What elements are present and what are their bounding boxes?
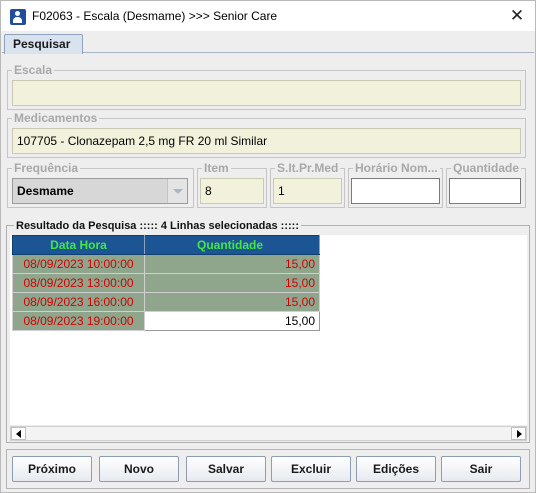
cell-data-hora[interactable]: 08/09/2023 13:00:00: [12, 273, 145, 293]
results-panel: Resultado da Pesquisa ::::: 4 Linhas sel…: [6, 219, 530, 443]
horario-label: Horário Nom...: [353, 160, 440, 176]
close-button[interactable]: ✕: [503, 3, 531, 29]
salvar-button[interactable]: Salvar: [186, 456, 266, 482]
table-row[interactable]: 08/09/2023 19:00:00 15,00: [12, 311, 320, 331]
novo-button[interactable]: Novo: [99, 456, 179, 482]
cell-data-hora[interactable]: 08/09/2023 19:00:00: [12, 311, 145, 331]
cell-data-hora[interactable]: 08/09/2023 16:00:00: [12, 292, 145, 312]
tab-strip: Pesquisar: [2, 31, 534, 54]
cell-quantidade[interactable]: 15,00: [144, 292, 320, 312]
escala-group: Escala: [7, 62, 526, 110]
escala-label: Escala: [12, 62, 55, 78]
quantidade-label: Quantidade: [451, 160, 522, 176]
item-label: Item: [202, 160, 231, 176]
frequencia-select[interactable]: Desmame: [12, 178, 188, 204]
arrow-right-icon[interactable]: [511, 427, 526, 440]
column-header-data-hora[interactable]: Data Hora: [12, 235, 145, 255]
excluir-button[interactable]: Excluir: [271, 456, 351, 482]
results-label: Resultado da Pesquisa ::::: 4 Linhas sel…: [14, 219, 301, 233]
person-card-icon: [10, 9, 26, 25]
app-window: F02063 - Escala (Desmame) >>> Senior Car…: [0, 0, 536, 493]
window-title: F02063 - Escala (Desmame) >>> Senior Car…: [32, 9, 278, 23]
frequencia-value: Desmame: [17, 184, 74, 198]
sitprmed-field: 1: [273, 178, 342, 204]
button-bar: Próximo Novo Salvar Excluir Edições Sair: [6, 449, 530, 489]
horizontal-scrollbar[interactable]: [10, 426, 527, 441]
table-row[interactable]: 08/09/2023 10:00:00 15,00: [12, 254, 320, 274]
medicamentos-field: 107705 - Clonazepam 2,5 mg FR 20 ml Simi…: [12, 128, 521, 154]
cell-data-hora[interactable]: 08/09/2023 10:00:00: [12, 254, 145, 274]
horario-input[interactable]: [351, 178, 440, 204]
cell-quantidade-editing[interactable]: 15,00: [144, 311, 320, 331]
title-bar: F02063 - Escala (Desmame) >>> Senior Car…: [1, 1, 535, 31]
horario-group: Horário Nom...: [348, 160, 443, 208]
sair-button[interactable]: Sair: [441, 456, 521, 482]
sitprmed-label: S.It.Pr.Med: [275, 160, 341, 176]
table-row[interactable]: 08/09/2023 13:00:00 15,00: [12, 273, 320, 293]
frequencia-label: Frequência: [12, 160, 81, 176]
medicamentos-label: Medicamentos: [12, 110, 100, 126]
quantidade-input[interactable]: [449, 178, 521, 204]
medicamentos-group: Medicamentos 107705 - Clonazepam 2,5 mg …: [7, 110, 526, 158]
sitprmed-group: S.It.Pr.Med 1: [270, 160, 345, 208]
proximo-button[interactable]: Próximo: [12, 456, 92, 482]
item-field: 8: [200, 178, 264, 204]
edicoes-button[interactable]: Edições: [356, 456, 436, 482]
arrow-left-icon[interactable]: [11, 427, 26, 440]
results-table: Data Hora Quantidade 08/09/2023 10:00:00…: [12, 235, 320, 331]
cell-quantidade[interactable]: 15,00: [144, 273, 320, 293]
chevron-down-icon[interactable]: [167, 179, 187, 203]
column-header-quantidade[interactable]: Quantidade: [144, 235, 320, 255]
item-group: Item 8: [197, 160, 267, 208]
table-header-row: Data Hora Quantidade: [12, 235, 320, 255]
escala-field: [12, 80, 521, 106]
cell-quantidade[interactable]: 15,00: [144, 254, 320, 274]
table-row[interactable]: 08/09/2023 16:00:00 15,00: [12, 292, 320, 312]
frequencia-group: Frequência Desmame: [7, 160, 194, 208]
tab-pesquisar[interactable]: Pesquisar: [4, 34, 83, 54]
quantidade-group: Quantidade: [446, 160, 526, 208]
results-table-area: Data Hora Quantidade 08/09/2023 10:00:00…: [10, 235, 527, 425]
